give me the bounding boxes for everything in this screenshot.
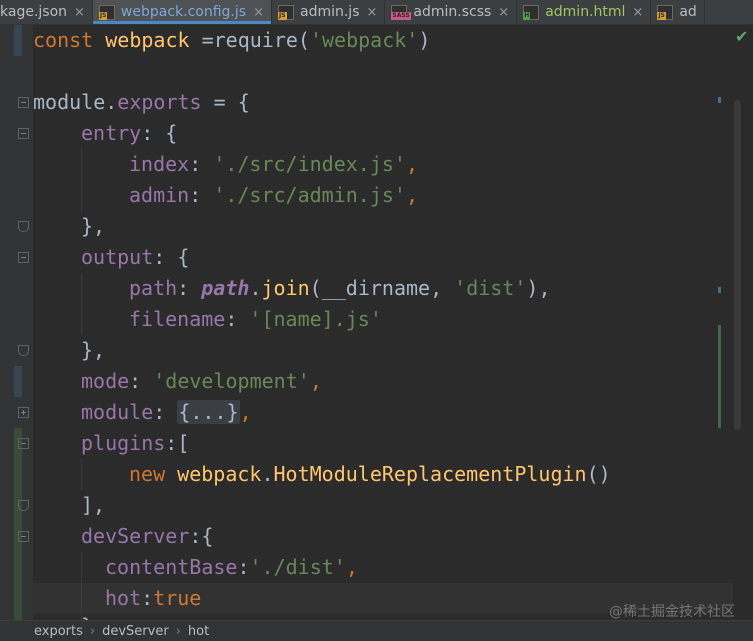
breadcrumb: exports › devServer › hot bbox=[0, 620, 753, 641]
code-line-11: }, bbox=[81, 338, 106, 362]
js-file-icon: JS bbox=[277, 4, 294, 20]
close-icon[interactable]: × bbox=[632, 5, 643, 20]
watermark: @稀土掘金技术社区 bbox=[609, 604, 735, 620]
fold-end-icon[interactable] bbox=[18, 221, 29, 232]
code-line-20: } bbox=[81, 611, 93, 620]
close-icon[interactable]: × bbox=[74, 5, 85, 20]
editor-gutter bbox=[0, 25, 33, 623]
tab-admin-js[interactable]: JS admin.js × bbox=[272, 0, 386, 24]
breadcrumb-separator-icon: › bbox=[175, 624, 181, 639]
code-line-12: mode: 'development', bbox=[81, 369, 322, 393]
code-line-14: plugins:[ bbox=[81, 431, 190, 455]
close-icon[interactable]: × bbox=[498, 5, 509, 20]
indent-guide bbox=[81, 459, 82, 490]
fold-end-icon[interactable] bbox=[18, 345, 29, 356]
code-line-10: filename: '[name].js' bbox=[129, 307, 382, 331]
code-line-16: ], bbox=[81, 493, 106, 517]
code-line-1: const webpack =require('webpack') bbox=[33, 28, 431, 52]
fold-toggle-icon[interactable] bbox=[18, 128, 29, 139]
code-line-13: module: {...}, bbox=[81, 400, 252, 424]
indent-guide bbox=[81, 149, 82, 211]
breadcrumb-separator-icon: › bbox=[89, 624, 96, 639]
code-line-15: new webpack.HotModuleReplacementPlugin() bbox=[129, 462, 611, 486]
code-line-8: output: { bbox=[81, 245, 190, 269]
stripe-marker[interactable] bbox=[718, 97, 721, 103]
tab-label: admin.html bbox=[545, 4, 626, 20]
js-file-icon: JS bbox=[98, 4, 115, 20]
tab-label: webpack.config.js bbox=[120, 4, 247, 20]
editor-tab-bar: kage.json × JS webpack.config.js × JS ad… bbox=[0, 0, 753, 25]
fold-expand-icon[interactable] bbox=[18, 407, 29, 418]
code-line-17: devServer:{ bbox=[81, 524, 214, 548]
sass-file-icon: SASS bbox=[391, 4, 411, 20]
fold-toggle-icon[interactable] bbox=[18, 252, 29, 263]
code-line-18: contentBase:'./dist', bbox=[105, 555, 358, 579]
breadcrumb-item-exports[interactable]: exports bbox=[34, 624, 83, 639]
fold-end-icon[interactable] bbox=[18, 500, 29, 511]
tab-label: admin.scss bbox=[413, 4, 492, 20]
code-line-4: entry: { bbox=[81, 121, 178, 145]
vcs-modified-marker bbox=[14, 366, 22, 397]
tab-package-json[interactable]: kage.json × bbox=[0, 0, 93, 24]
fold-toggle-icon[interactable] bbox=[18, 97, 29, 108]
js-file-icon: JS bbox=[657, 4, 674, 20]
tab-label: admin.js bbox=[299, 4, 360, 20]
code-editor[interactable]: const webpack =require('webpack') module… bbox=[33, 25, 733, 620]
close-icon[interactable]: × bbox=[366, 5, 377, 20]
stripe-marker[interactable] bbox=[718, 287, 721, 293]
indent-guide bbox=[81, 273, 82, 335]
close-icon[interactable]: × bbox=[253, 5, 264, 20]
tab-admin-scss[interactable]: SASS admin.scss × bbox=[385, 0, 518, 24]
tab-label: ad bbox=[679, 4, 697, 20]
fold-toggle-icon[interactable] bbox=[18, 438, 29, 449]
code-line-5: index: './src/index.js', bbox=[129, 152, 419, 176]
code-line-19: hot:true bbox=[105, 586, 202, 610]
inspection-ok-icon[interactable]: ✔ bbox=[735, 27, 748, 46]
breadcrumb-item-hot[interactable]: hot bbox=[188, 624, 209, 639]
breadcrumb-item-devserver[interactable]: devServer bbox=[102, 624, 169, 639]
ide-window: kage.json × JS webpack.config.js × JS ad… bbox=[0, 0, 753, 641]
vcs-modified-marker bbox=[14, 25, 22, 56]
tab-webpack-config[interactable]: JS webpack.config.js × bbox=[92, 0, 272, 24]
stripe-marker[interactable] bbox=[718, 325, 721, 428]
fold-toggle-icon[interactable] bbox=[18, 531, 29, 542]
vertical-scrollbar[interactable] bbox=[734, 100, 741, 430]
code-line-3: module.exports = { bbox=[33, 90, 250, 114]
folded-region-placeholder[interactable]: {...} bbox=[177, 400, 240, 424]
code-line-7: }, bbox=[81, 214, 106, 238]
html-file-icon: H bbox=[523, 4, 540, 20]
code-line-9: path: path.join(__dirname, 'dist'), bbox=[129, 276, 551, 300]
tab-admin-html[interactable]: H admin.html × bbox=[517, 0, 652, 24]
code-line-6: admin: './src/admin.js', bbox=[129, 183, 419, 207]
indent-guide bbox=[81, 552, 82, 620]
tab-ad[interactable]: JS ad bbox=[651, 0, 705, 24]
tab-label: kage.json bbox=[0, 4, 68, 20]
vcs-added-marker bbox=[14, 428, 22, 623]
